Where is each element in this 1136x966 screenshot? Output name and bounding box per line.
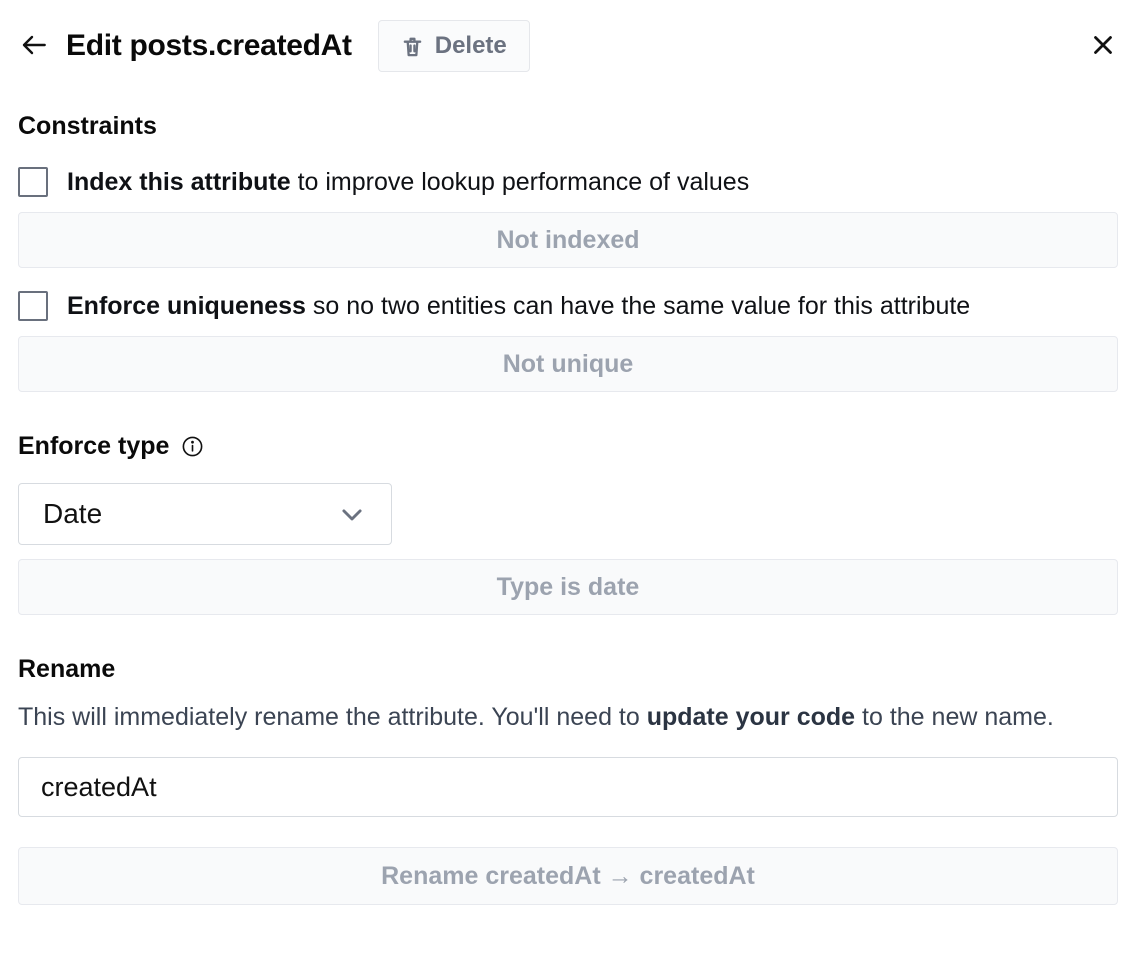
rename-input[interactable] xyxy=(18,757,1118,817)
constraints-heading: Constraints xyxy=(18,112,1118,140)
back-button[interactable] xyxy=(18,29,50,64)
info-circle-icon[interactable] xyxy=(181,435,204,458)
delete-button-label: Delete xyxy=(435,32,507,60)
enforce-type-heading-row: Enforce type xyxy=(18,432,1118,460)
edit-attribute-panel: Edit posts.createdAt Delete Constraints … xyxy=(0,20,1136,905)
delete-button[interactable]: Delete xyxy=(378,20,530,72)
unique-checkbox[interactable] xyxy=(18,291,48,321)
unique-status-button: Not unique xyxy=(18,336,1118,392)
rename-submit-button: Rename createdAt → createdAt xyxy=(18,847,1118,905)
close-button[interactable] xyxy=(1088,30,1118,63)
index-constraint-row: Index this attribute to improve lookup p… xyxy=(18,166,1118,198)
type-select[interactable]: Date xyxy=(18,483,392,545)
unique-checkbox-label: Enforce uniqueness so no two entities ca… xyxy=(67,290,970,322)
type-select-value: Date xyxy=(43,498,102,530)
index-checkbox-label: Index this attribute to improve lookup p… xyxy=(67,166,749,198)
enforce-type-heading: Enforce type xyxy=(18,432,169,460)
index-checkbox[interactable] xyxy=(18,167,48,197)
header: Edit posts.createdAt Delete xyxy=(18,20,1118,72)
rename-description: This will immediately rename the attribu… xyxy=(18,697,1118,737)
unique-constraint-row: Enforce uniqueness so no two entities ca… xyxy=(18,290,1118,322)
arrow-left-icon xyxy=(18,29,50,64)
trash-icon xyxy=(401,35,424,58)
x-icon xyxy=(1088,30,1118,63)
chevron-down-icon xyxy=(337,499,367,529)
index-status-button: Not indexed xyxy=(18,212,1118,268)
type-status-button: Type is date xyxy=(18,559,1118,615)
rename-heading: Rename xyxy=(18,655,1118,683)
page-title: Edit posts.createdAt xyxy=(66,29,352,63)
